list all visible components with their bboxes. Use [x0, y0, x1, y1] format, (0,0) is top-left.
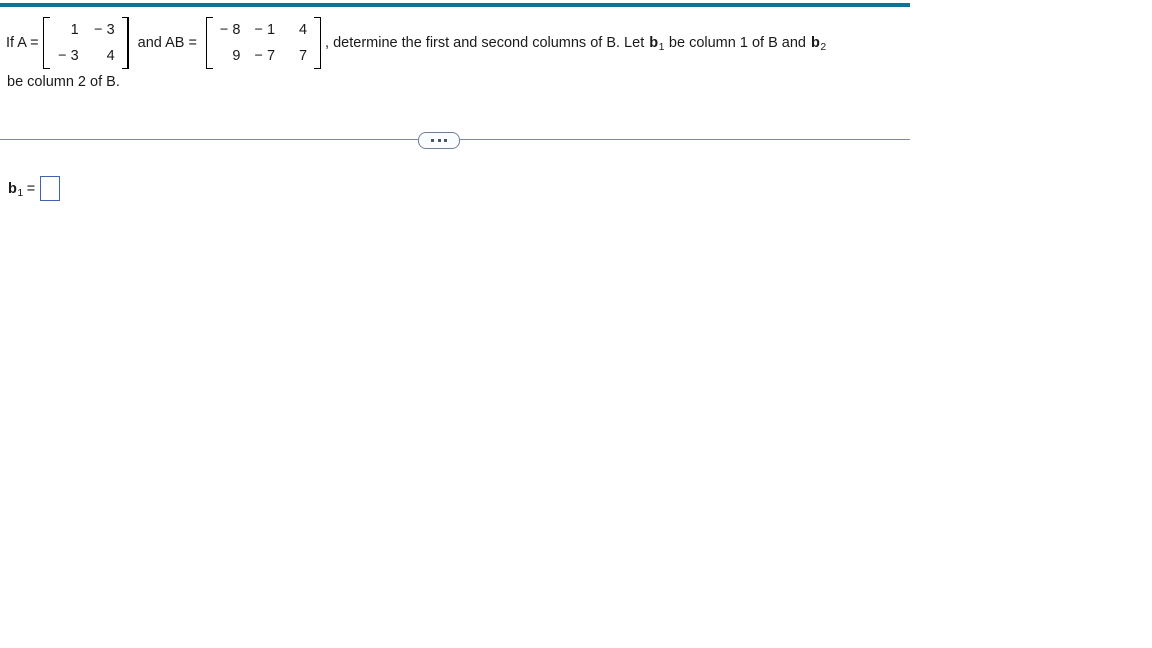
tail-text-part1: , determine the first and second columns…	[325, 34, 645, 51]
answer-input-b1[interactable]	[40, 176, 61, 201]
vector-b2-symbol: b	[810, 34, 820, 51]
matrix-a-left-bracket	[42, 17, 50, 70]
matrix-a-grid: 1 − 3 − 3 4	[50, 17, 122, 69]
matrix-ab-cell-r0c1: − 1	[254, 22, 276, 38]
matrix-ab-cell-r0c2: 4	[298, 22, 308, 38]
ellipsis-dot-1-icon	[431, 139, 434, 142]
intro-text: If A =	[6, 34, 39, 51]
vector-b1-symbol: b	[649, 34, 659, 51]
matrix-ab-cell-r1c0: 9	[232, 47, 241, 64]
ellipsis-dot-2-icon	[437, 139, 441, 142]
section-divider	[0, 132, 910, 149]
answer-label-subscript: 1	[17, 186, 24, 199]
vector-b2-inline: b2	[810, 34, 827, 53]
matrix-a-cell-r0c0: 1	[70, 22, 79, 38]
matrix-ab-cell-r0c0: − 8	[219, 22, 241, 38]
line2-text: be column 2 of B.	[7, 74, 120, 91]
problem-statement: If A = 1 − 3 − 3 4 and AB = − 8 − 1 4 9 …	[6, 17, 1106, 91]
matrix-a-cell-r1c1: 4	[106, 47, 115, 64]
matrix-a: 1 − 3 − 3 4	[42, 17, 129, 70]
matrix-ab-cell-r1c2: 7	[298, 47, 308, 64]
matrix-ab-grid: − 8 − 1 4 9 − 7 7	[213, 17, 314, 69]
matrix-a-cell-r1c0: − 3	[58, 47, 79, 64]
vector-b1-inline: b1	[649, 34, 665, 53]
tail-text-part2: be column 1 of B and	[668, 34, 806, 51]
matrix-ab: − 8 − 1 4 9 − 7 7	[205, 17, 322, 70]
answer-row: b1 =	[8, 176, 61, 201]
answer-label-symbol: b	[8, 180, 17, 197]
matrix-ab-right-bracket	[314, 17, 322, 70]
matrix-ab-cell-r1c1: − 7	[254, 47, 276, 64]
problem-line-2: be column 2 of B.	[6, 74, 1106, 91]
matrix-a-right-bracket	[121, 17, 129, 70]
answer-label: b1	[8, 180, 24, 199]
problem-line-1: If A = 1 − 3 − 3 4 and AB = − 8 − 1 4 9 …	[6, 17, 1106, 70]
ellipsis-dot-3-icon	[444, 139, 447, 142]
vector-b1-subscript: 1	[658, 40, 665, 53]
matrix-a-cell-r0c1: − 3	[94, 22, 115, 38]
more-options-button[interactable]	[418, 132, 460, 149]
top-accent-bar	[0, 3, 910, 7]
connector-text: and AB =	[137, 34, 197, 51]
answer-equals-sign: =	[26, 180, 36, 197]
vector-b2-subscript: 2	[820, 40, 827, 53]
matrix-ab-left-bracket	[205, 17, 213, 70]
